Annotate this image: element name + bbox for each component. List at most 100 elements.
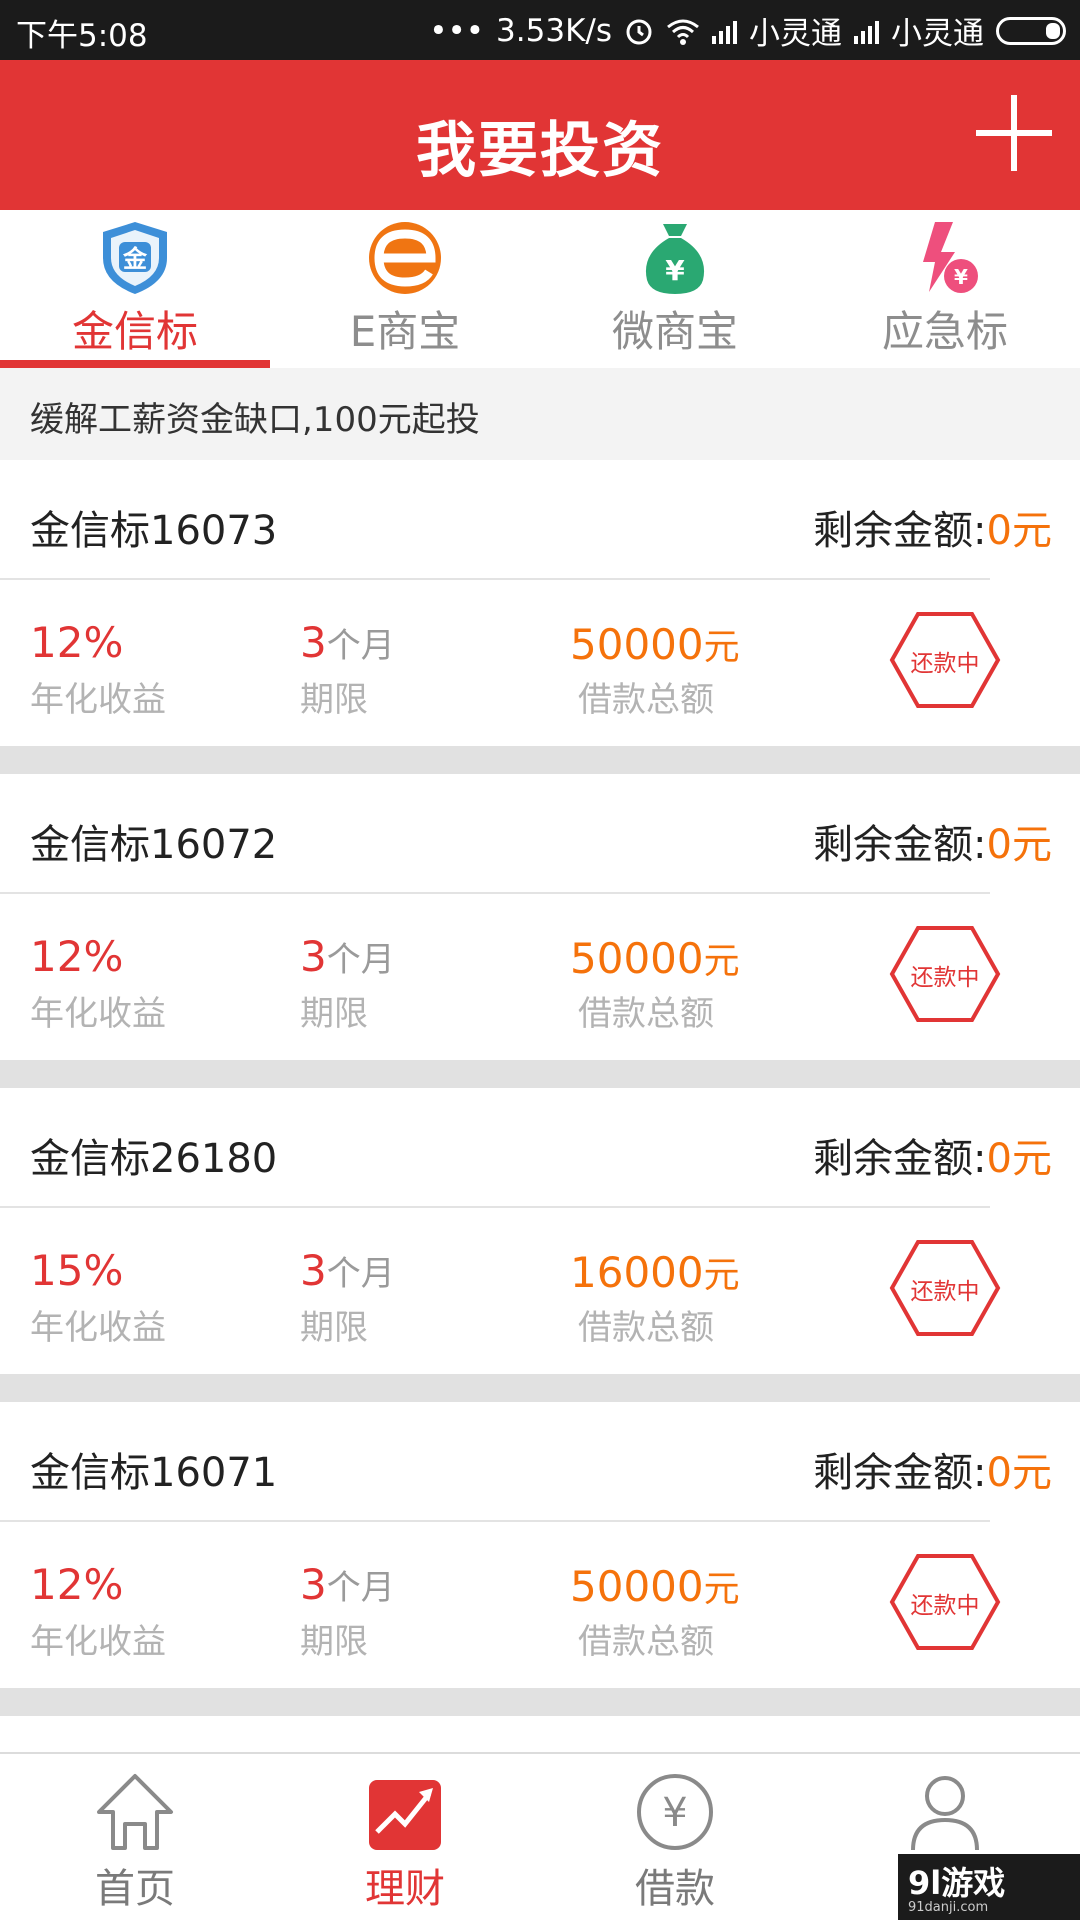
remaining-value: 0元 — [986, 508, 1052, 554]
svg-text:¥: ¥ — [954, 265, 968, 289]
notice-text: 缓解工薪资金缺口,100元起投 — [30, 400, 480, 440]
list-item[interactable]: 金信标16073 剩余金额:0元 12% 年化收益 3个月 期限 50000元 … — [0, 460, 1080, 746]
signal-icon-2 — [854, 18, 879, 44]
status-text: 还款中 — [910, 965, 980, 991]
network-speed: 3.53K/s — [496, 12, 612, 49]
amount-number: 16000 — [570, 1248, 704, 1297]
loan-amount-label: 借款总额 — [578, 1308, 714, 1348]
status-bar: 下午5:08 ••• 3.53K/s 小灵通 小灵通 — [0, 0, 1080, 60]
term-unit: 个月 — [326, 1254, 395, 1294]
annual-rate-label: 年化收益 — [30, 994, 166, 1034]
remaining-amount: 剩余金额:0元 — [813, 1126, 1052, 1184]
term-unit: 个月 — [326, 940, 395, 980]
term-label: 期限 — [300, 1622, 368, 1662]
term-number: 3 — [300, 932, 327, 981]
annual-rate: 12% — [30, 1560, 124, 1609]
term-value: 3个月 — [300, 1560, 395, 1609]
term-number: 3 — [300, 1246, 327, 1295]
list-separator — [0, 1060, 1080, 1088]
signal-icon — [712, 18, 737, 44]
item-title: 金信标26180 — [30, 1136, 278, 1182]
term-unit: 个月 — [326, 1568, 395, 1608]
remaining-label: 剩余金额: — [813, 822, 987, 868]
trend-chart-icon — [369, 1780, 441, 1850]
annual-rate-label: 年化收益 — [30, 680, 166, 720]
tab-eshangbao[interactable]: E商宝 — [270, 210, 540, 368]
watermark-logo: 9l游戏 91danji.com — [898, 1854, 1080, 1920]
list-item[interactable]: 金信标16072 剩余金额:0元 12% 年化收益 3个月 期限 50000元 … — [0, 774, 1080, 1060]
status-text: 还款中 — [910, 1279, 980, 1305]
annual-rate-label: 年化收益 — [30, 1308, 166, 1348]
amount-number: 50000 — [570, 934, 704, 983]
item-title: 金信标16073 — [30, 508, 278, 554]
status-badge: 还款中 — [888, 924, 1002, 1024]
amount-number: 50000 — [570, 1562, 704, 1611]
amount-unit: 元 — [703, 941, 740, 982]
loan-amount-label: 借款总额 — [578, 994, 714, 1034]
status-badge: 还款中 — [888, 610, 1002, 710]
list-separator — [0, 1374, 1080, 1402]
remaining-label: 剩余金额: — [813, 1450, 987, 1496]
lightning-yen-icon: ¥ — [923, 222, 978, 293]
amount-unit: 元 — [703, 627, 740, 668]
svg-text:¥: ¥ — [665, 254, 685, 287]
divider — [0, 1520, 990, 1522]
remaining-value: 0元 — [986, 822, 1052, 868]
add-button[interactable] — [976, 95, 1052, 171]
tab-label: 微商宝 — [611, 307, 738, 356]
remaining-value: 0元 — [986, 1450, 1052, 1496]
tab-weishangbao[interactable]: ¥ 微商宝 — [540, 210, 810, 368]
status-indicators: ••• 3.53K/s 小灵通 小灵通 — [429, 8, 1066, 53]
status-text: 还款中 — [910, 651, 980, 677]
carrier-1: 小灵通 — [749, 16, 842, 52]
loan-amount: 50000元 — [570, 932, 740, 984]
nav-label: 理财 — [365, 1866, 445, 1912]
term-number: 3 — [300, 618, 327, 667]
loan-amount: 50000元 — [570, 618, 740, 670]
category-tabs: 金 金信标 E商宝 ¥ 微商宝 ¥ 应急标 — [0, 210, 1080, 368]
list-separator — [0, 746, 1080, 774]
tab-yingjibiao[interactable]: ¥ 应急标 — [810, 210, 1080, 368]
e-letter-icon — [369, 222, 441, 294]
nav-label: 借款 — [635, 1866, 715, 1912]
active-tab-indicator — [0, 360, 270, 368]
remaining-label: 剩余金额: — [813, 1136, 987, 1182]
annual-rate: 12% — [30, 932, 124, 981]
loan-amount-label: 借款总额 — [578, 1622, 714, 1662]
nav-item-finance[interactable]: 理财 — [270, 1754, 540, 1920]
divider — [0, 892, 990, 894]
list-item[interactable]: 金信标26180 剩余金额:0元 15% 年化收益 3个月 期限 16000元 … — [0, 1088, 1080, 1374]
term-label: 期限 — [300, 1308, 368, 1348]
status-time: 下午5:08 — [16, 18, 148, 54]
remaining-amount: 剩余金额:0元 — [813, 498, 1052, 556]
nav-item-borrow[interactable]: ¥ 借款 — [540, 1754, 810, 1920]
loan-amount: 50000元 — [570, 1560, 740, 1612]
home-icon — [97, 1774, 173, 1850]
annual-rate-label: 年化收益 — [30, 1622, 166, 1662]
nav-item-home[interactable]: 首页 — [0, 1754, 270, 1920]
term-value: 3个月 — [300, 618, 395, 667]
tab-jinxinbiao[interactable]: 金 金信标 — [0, 210, 270, 368]
annual-rate: 15% — [30, 1246, 124, 1295]
term-value: 3个月 — [300, 1246, 395, 1295]
loan-amount-label: 借款总额 — [578, 680, 714, 720]
amount-unit: 元 — [703, 1569, 740, 1610]
status-text: 还款中 — [910, 1593, 980, 1619]
page-title: 我要投资 — [416, 116, 664, 186]
nav-label: 首页 — [95, 1866, 175, 1912]
term-number: 3 — [300, 1560, 327, 1609]
remaining-label: 剩余金额: — [813, 508, 987, 554]
amount-number: 50000 — [570, 620, 704, 669]
notice-bar: 缓解工薪资金缺口,100元起投 — [0, 368, 1080, 460]
wifi-icon — [667, 19, 699, 45]
list-item[interactable]: 金信标16071 剩余金额:0元 12% 年化收益 3个月 期限 50000元 … — [0, 1402, 1080, 1688]
term-label: 期限 — [300, 994, 368, 1034]
annual-rate: 12% — [30, 618, 124, 667]
divider — [0, 1206, 990, 1208]
loan-amount: 16000元 — [570, 1246, 740, 1298]
yen-circle-icon: ¥ — [637, 1774, 713, 1850]
shield-gold-icon: 金 — [103, 222, 167, 294]
term-unit: 个月 — [326, 626, 395, 666]
remaining-amount: 剩余金额:0元 — [813, 812, 1052, 870]
remaining-amount: 剩余金额:0元 — [813, 1440, 1052, 1498]
